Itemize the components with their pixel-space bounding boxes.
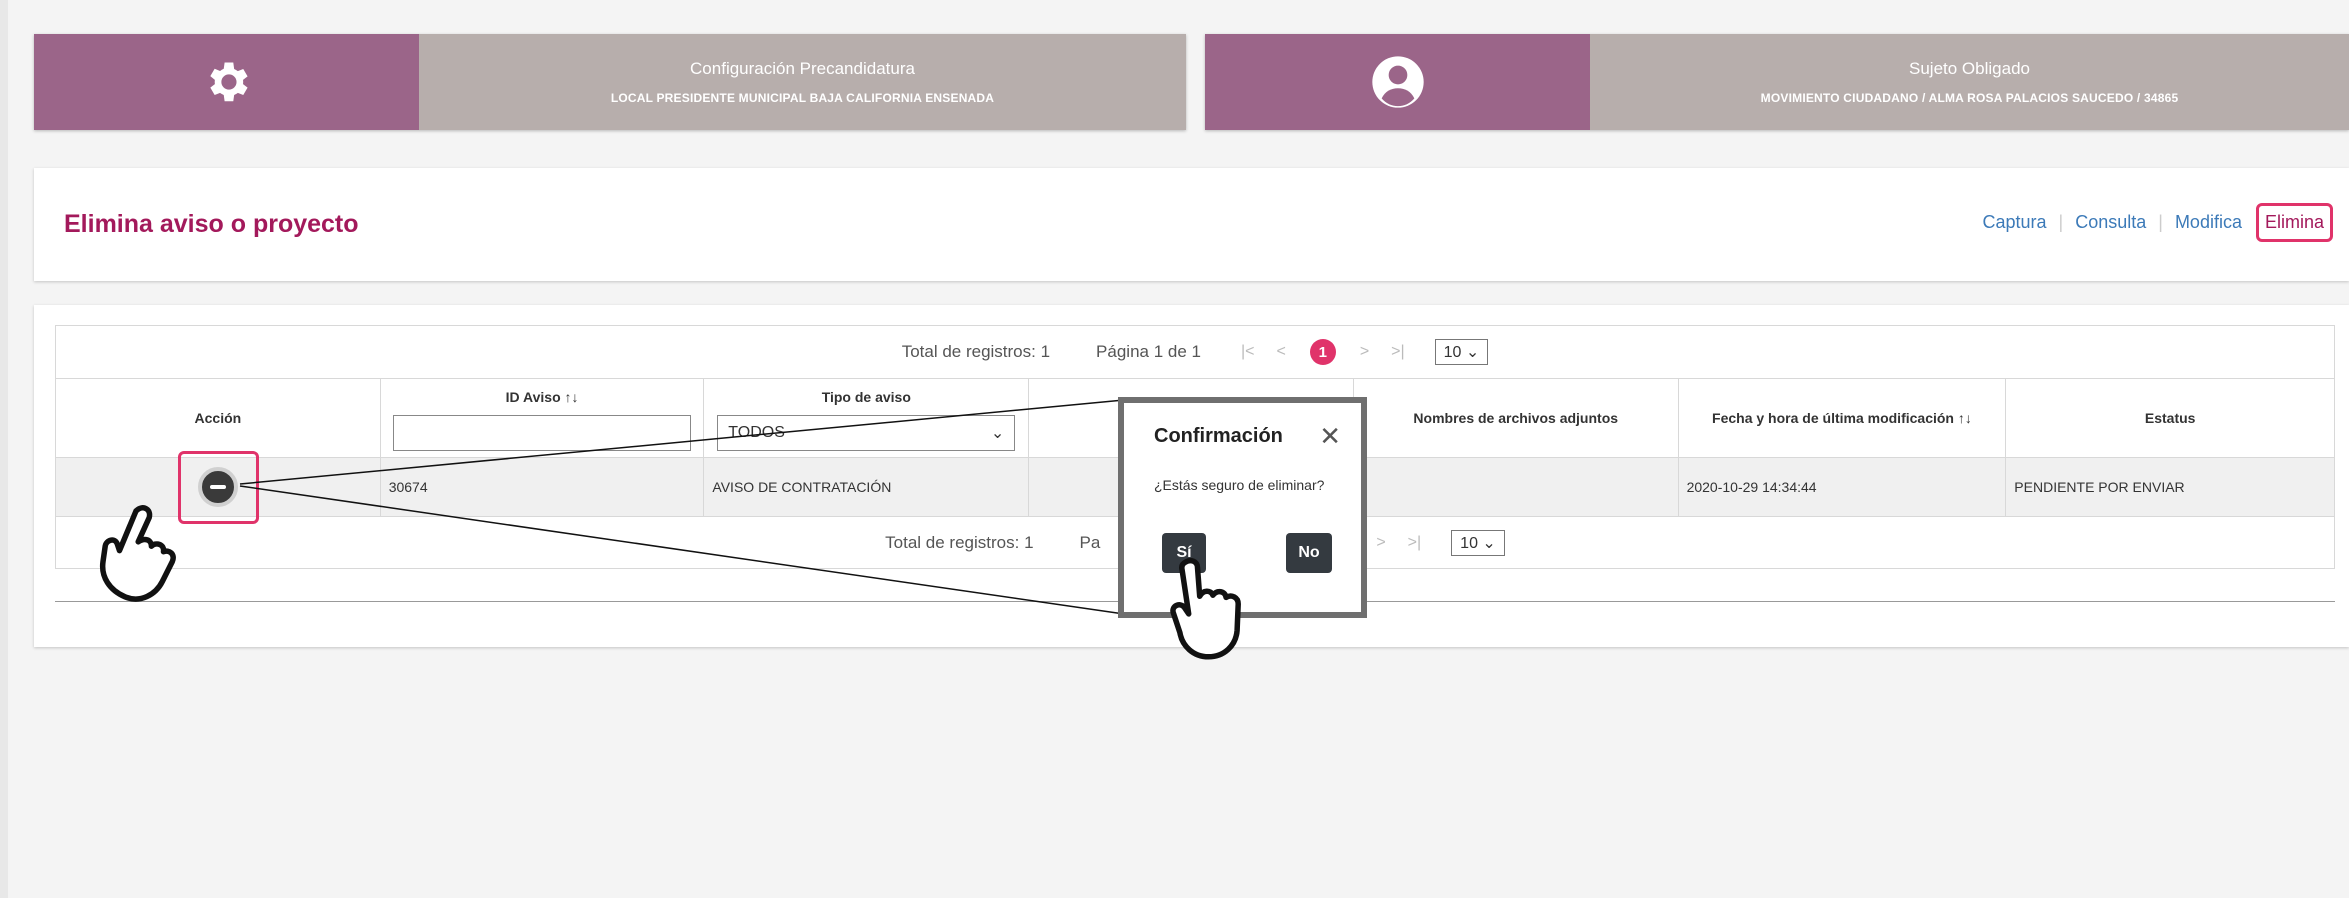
total-records: Total de registros: 1 xyxy=(901,342,1051,361)
last-page-button-bottom[interactable]: >| xyxy=(1408,534,1422,552)
row-tipo-aviso: AVISO DE CONTRATACIÓN xyxy=(704,458,1030,516)
config-icon-box xyxy=(34,34,419,130)
subject-card: Sujeto Obligado MOVIMIENTO CIUDADANO / A… xyxy=(1205,34,2349,130)
confirm-no-button[interactable]: No xyxy=(1286,533,1332,573)
row-fecha: 2020-10-29 14:34:44 xyxy=(1678,458,2007,516)
current-page[interactable]: 1 xyxy=(1309,339,1336,365)
subject-title: Sujeto Obligado xyxy=(1909,59,2030,78)
dialog-message: ¿Estás seguro de eliminar? xyxy=(1154,477,1325,493)
page-indicator: Página 1 de 1 xyxy=(1096,342,1201,361)
config-subtitle: LOCAL PRESIDENTE MUNICIPAL BAJA CALIFORN… xyxy=(610,91,995,105)
close-icon[interactable]: ✕ xyxy=(1319,421,1341,452)
nav-modifica[interactable]: Modifica xyxy=(2175,212,2242,233)
confirm-dialog: Confirmación ✕ ¿Estás seguro de eliminar… xyxy=(1118,397,1367,618)
user-circle-icon xyxy=(1371,56,1424,108)
config-info: Configuración Precandidatura LOCAL PRESI… xyxy=(419,34,1186,130)
nav-elimina[interactable]: Elimina xyxy=(2255,203,2333,242)
gear-icon xyxy=(209,62,248,102)
col-adjuntos: Nombres de archivos adjuntos xyxy=(1354,379,1679,457)
page-title: Elimina aviso o proyecto xyxy=(64,210,359,238)
config-card: Configuración Precandidatura LOCAL PRESI… xyxy=(34,34,1186,130)
action-nav: Captura | Consulta | Modifica Elimina xyxy=(1982,203,2333,242)
col-id-aviso: ID Aviso ↑↓ xyxy=(381,379,705,457)
chevron-down-icon: ⌄ xyxy=(1465,344,1480,361)
per-page-select[interactable]: 10 ⌄ xyxy=(1434,339,1489,365)
col-id-aviso-label: ID Aviso xyxy=(505,389,561,405)
col-estatus: Estatus xyxy=(2144,410,2196,426)
col-accion: Acción xyxy=(56,379,381,457)
chevron-down-icon: ⌄ xyxy=(1482,534,1496,552)
pager-top: Total de registros: 1 Página 1 de 1 |< <… xyxy=(56,326,2334,378)
nav-captura[interactable]: Captura xyxy=(1982,212,2046,233)
total-records-bottom: Total de registros: 1 xyxy=(885,532,1034,552)
next-page-button[interactable]: > xyxy=(1360,343,1369,361)
subject-subtitle: MOVIMIENTO CIUDADANO / ALMA ROSA PALACIO… xyxy=(1760,91,2179,105)
per-page-value: 10 xyxy=(1443,344,1462,361)
chevron-down-icon: ⌄ xyxy=(990,425,1005,442)
nav-consulta[interactable]: Consulta xyxy=(2075,212,2146,233)
nav-separator: | xyxy=(2058,212,2064,232)
col-fecha: Fecha y hora de última modificación ↑↓ xyxy=(1679,379,2007,457)
row-id-aviso: 30674 xyxy=(380,458,705,516)
left-edge xyxy=(0,0,8,898)
prev-page-button[interactable]: < xyxy=(1276,343,1285,361)
page-indicator-bottom: Pa xyxy=(1079,532,1101,552)
dialog-title: Confirmación xyxy=(1154,425,1283,447)
row-adjuntos xyxy=(1353,458,1679,516)
col-tipo-aviso: Tipo de aviso TODOS ⌄ xyxy=(704,379,1030,457)
row-estatus: PENDIENTE POR ENVIAR xyxy=(2006,458,2335,516)
config-title: Configuración Precandidatura xyxy=(690,59,915,78)
nav-separator: | xyxy=(2158,212,2163,232)
subject-info: Sujeto Obligado MOVIMIENTO CIUDADANO / A… xyxy=(1590,34,2349,130)
col-tipo-aviso-label: Tipo de aviso xyxy=(821,389,911,405)
last-page-button[interactable]: >| xyxy=(1391,343,1405,361)
subject-icon-box xyxy=(1205,34,1590,130)
id-aviso-filter-input[interactable] xyxy=(393,415,692,451)
sort-icon[interactable]: ↑↓ xyxy=(565,389,579,405)
next-page-button-bottom[interactable]: > xyxy=(1376,534,1385,552)
confirm-yes-button[interactable]: Sí xyxy=(1162,533,1206,573)
col-fecha-label: Fecha y hora de última modificación xyxy=(1712,410,1954,426)
tipo-aviso-selected: TODOS xyxy=(728,424,785,441)
tipo-aviso-filter-select[interactable]: TODOS ⌄ xyxy=(717,415,1016,451)
per-page-select-bottom[interactable]: 10 ⌄ xyxy=(1451,529,1505,556)
per-page-value-bottom: 10 xyxy=(1460,534,1478,552)
remove-highlight xyxy=(178,451,259,524)
first-page-button[interactable]: |< xyxy=(1241,343,1255,361)
sort-icon[interactable]: ↑↓ xyxy=(1958,410,1972,426)
